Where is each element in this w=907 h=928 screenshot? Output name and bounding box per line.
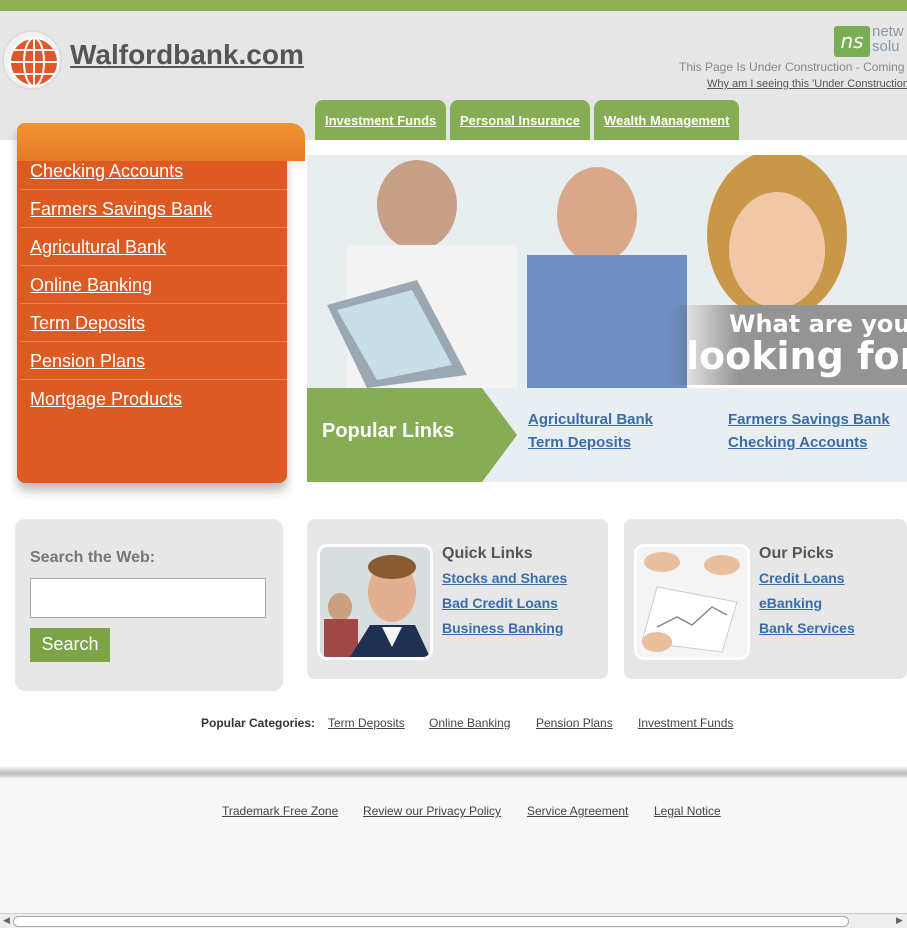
popular-link-farmers-savings-bank[interactable]: Farmers Savings Bank xyxy=(728,411,890,428)
popular-link-agricultural-bank[interactable]: Agricultural Bank xyxy=(528,411,653,428)
our-pick-credit-loans[interactable]: Credit Loans xyxy=(759,570,845,586)
footer-link-privacy-policy[interactable]: Review our Privacy Policy xyxy=(363,804,501,818)
popular-categories-label: Popular Categories: xyxy=(201,716,316,730)
sidebar-item-term-deposits[interactable]: Term Deposits xyxy=(20,304,287,342)
under-construction-text: This Page Is Under Construction - Coming xyxy=(679,60,905,74)
sidebar-item-checking-accounts[interactable]: Checking Accounts xyxy=(20,152,287,190)
our-pick-bank-services[interactable]: Bank Services xyxy=(759,620,855,636)
network-solutions-brand: netw solu xyxy=(872,24,904,54)
our-pick-ebanking[interactable]: eBanking xyxy=(759,595,822,611)
sidebar-item-farmers-savings-bank[interactable]: Farmers Savings Bank xyxy=(20,190,287,228)
search-input[interactable] xyxy=(30,578,266,618)
horizontal-scrollbar[interactable]: ◀ ▶ xyxy=(0,913,907,928)
sidebar-item-mortgage-products[interactable]: Mortgage Products xyxy=(20,380,287,418)
category-link-investment-funds[interactable]: Investment Funds xyxy=(638,716,733,730)
network-solutions-logo-icon[interactable]: ns xyxy=(834,26,870,57)
sidebar-item-label[interactable]: Mortgage Products xyxy=(30,389,182,409)
quick-links-title: Quick Links xyxy=(442,545,533,562)
sidebar-item-agricultural-bank[interactable]: Agricultural Bank xyxy=(20,228,287,266)
popular-link-checking-accounts[interactable]: Checking Accounts xyxy=(728,434,867,451)
category-link-pension-plans[interactable]: Pension Plans xyxy=(536,716,613,730)
sidebar-item-online-banking[interactable]: Online Banking xyxy=(20,266,287,304)
quick-link-bad-credit-loans[interactable]: Bad Credit Loans xyxy=(442,595,558,611)
footer-link-legal-notice[interactable]: Legal Notice xyxy=(654,804,721,818)
hero-caption-line-2: looking for? xyxy=(686,334,907,378)
quick-link-business-banking[interactable]: Business Banking xyxy=(442,620,563,636)
footer-link-trademark-free-zone[interactable]: Trademark Free Zone xyxy=(222,804,338,818)
our-picks-title: Our Picks xyxy=(759,545,834,562)
scroll-right-arrow-icon[interactable]: ▶ xyxy=(896,915,903,926)
sidebar-item-label[interactable]: Farmers Savings Bank xyxy=(30,199,212,219)
category-link-online-banking[interactable]: Online Banking xyxy=(429,716,510,730)
footer-divider xyxy=(0,766,907,778)
search-button[interactable]: Search xyxy=(30,628,110,662)
tab-wealth-management[interactable]: Wealth Management xyxy=(594,100,739,140)
popular-links-title: Popular Links xyxy=(322,420,455,442)
tab-investment-funds[interactable]: Investment Funds xyxy=(315,100,446,140)
sidebar-item-label[interactable]: Online Banking xyxy=(30,275,152,295)
footer-link-service-agreement[interactable]: Service Agreement xyxy=(527,804,628,818)
search-label: Search the Web: xyxy=(30,549,156,566)
sidebar-item-label[interactable]: Term Deposits xyxy=(30,313,145,333)
popular-link-term-deposits[interactable]: Term Deposits xyxy=(528,434,631,451)
why-under-construction-link[interactable]: Why am I seeing this 'Under Construction xyxy=(707,78,907,90)
scroll-left-arrow-icon[interactable]: ◀ xyxy=(3,915,10,926)
brand-line-2: solu xyxy=(872,38,900,55)
sidebar-item-label[interactable]: Checking Accounts xyxy=(30,161,183,181)
site-title-link[interactable]: Walfordbank.com xyxy=(70,39,304,71)
globe-logo-icon[interactable] xyxy=(2,30,62,90)
our-picks-photo xyxy=(634,544,750,660)
brand-line-1: netw xyxy=(872,23,904,40)
quick-link-stocks-and-shares[interactable]: Stocks and Shares xyxy=(442,570,567,586)
scrollbar-thumb[interactable] xyxy=(13,916,849,927)
sidebar-item-pension-plans[interactable]: Pension Plans xyxy=(20,342,287,380)
top-accent-bar xyxy=(0,0,907,11)
footer xyxy=(0,778,907,913)
tab-personal-insurance[interactable]: Personal Insurance xyxy=(450,100,590,140)
sidebar-item-label[interactable]: Pension Plans xyxy=(30,351,145,371)
sidebar-item-label[interactable]: Agricultural Bank xyxy=(30,237,166,257)
category-link-term-deposits[interactable]: Term Deposits xyxy=(328,716,405,730)
quick-links-photo xyxy=(317,544,433,660)
